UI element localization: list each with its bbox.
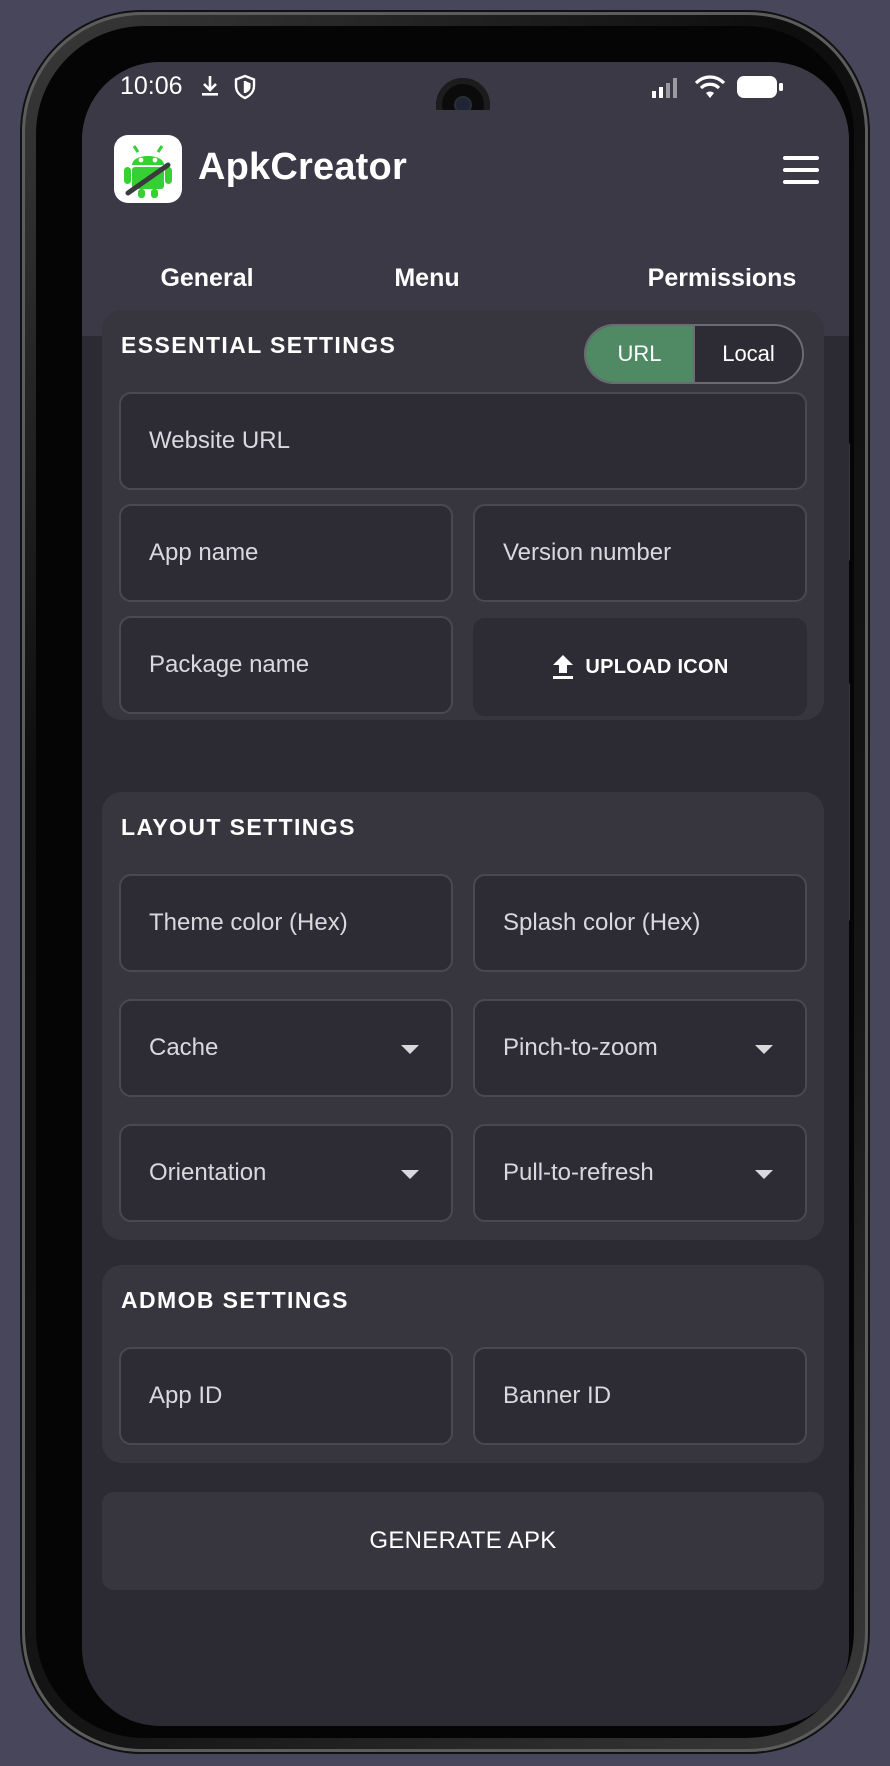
app-logo-icon [114,135,182,203]
toggle-local-button[interactable]: Local [693,326,802,382]
generate-apk-button[interactable]: GENERATE APK [102,1492,824,1590]
theme-color-placeholder: Theme color (Hex) [149,909,348,936]
app-name-placeholder: App name [149,539,259,566]
status-time: 10:06 [120,72,183,100]
banner-id-input[interactable]: Banner ID [473,1347,807,1445]
hamburger-menu-icon[interactable] [783,156,819,184]
splash-color-placeholder: Splash color (Hex) [503,909,701,936]
essential-settings-card: ESSENTIAL SETTINGS URL Local Website URL… [102,310,824,720]
pinch-to-zoom-label: Pinch-to-zoom [503,1034,658,1061]
upload-icon [553,655,574,679]
tab-general[interactable]: General [142,264,272,293]
signal-icon [652,78,677,98]
phone-frame: 10:06 ApkCreator General Menu Permission… [22,12,868,1752]
app-id-placeholder: App ID [149,1382,223,1409]
essential-settings-title: ESSENTIAL SETTINGS [121,332,397,358]
toggle-url-button[interactable]: URL [586,326,693,382]
pull-to-refresh-select[interactable]: Pull-to-refresh [473,1124,807,1222]
tab-permissions[interactable]: Permissions [622,264,822,293]
version-number-placeholder: Version number [503,539,672,566]
pull-to-refresh-label: Pull-to-refresh [503,1159,654,1186]
upload-icon-label: UPLOAD ICON [585,655,729,678]
admob-settings-title: ADMOB SETTINGS [121,1287,349,1313]
pinch-to-zoom-dropdown-arrow-icon [755,1045,773,1054]
app-title: ApkCreator [198,146,407,188]
package-name-placeholder: Package name [149,651,310,678]
cache-select[interactable]: Cache [119,999,453,1097]
download-icon [202,76,218,96]
orientation-dropdown-arrow-icon [401,1170,419,1179]
banner-id-placeholder: Banner ID [503,1382,612,1409]
screen: 10:06 ApkCreator General Menu Permission… [82,62,849,1726]
layout-settings-title: LAYOUT SETTINGS [121,814,356,840]
app-name-input[interactable]: App name [119,504,453,602]
app-bar: ApkCreator General Menu Permissions [82,110,849,336]
wifi-icon [694,75,726,98]
version-number-input[interactable]: Version number [473,504,807,602]
theme-color-input[interactable]: Theme color (Hex) [119,874,453,972]
pinch-to-zoom-select[interactable]: Pinch-to-zoom [473,999,807,1097]
upload-icon-button[interactable]: UPLOAD ICON [473,618,807,716]
cache-dropdown-arrow-icon [401,1045,419,1054]
layout-settings-card: LAYOUT SETTINGS Theme color (Hex) Splash… [102,792,824,1240]
website-url-placeholder: Website URL [149,427,290,454]
tab-menu[interactable]: Menu [372,264,482,293]
source-toggle: URL Local [584,324,804,384]
battery-icon [737,76,783,98]
orientation-label: Orientation [149,1159,267,1186]
shield-icon [234,74,256,100]
pull-to-refresh-dropdown-arrow-icon [755,1170,773,1179]
splash-color-input[interactable]: Splash color (Hex) [473,874,807,972]
website-url-input[interactable]: Website URL [119,392,807,490]
orientation-select[interactable]: Orientation [119,1124,453,1222]
package-name-input[interactable]: Package name [119,616,453,714]
app-id-input[interactable]: App ID [119,1347,453,1445]
admob-settings-card: ADMOB SETTINGS App ID Banner ID [102,1265,824,1463]
cache-label: Cache [149,1034,219,1061]
